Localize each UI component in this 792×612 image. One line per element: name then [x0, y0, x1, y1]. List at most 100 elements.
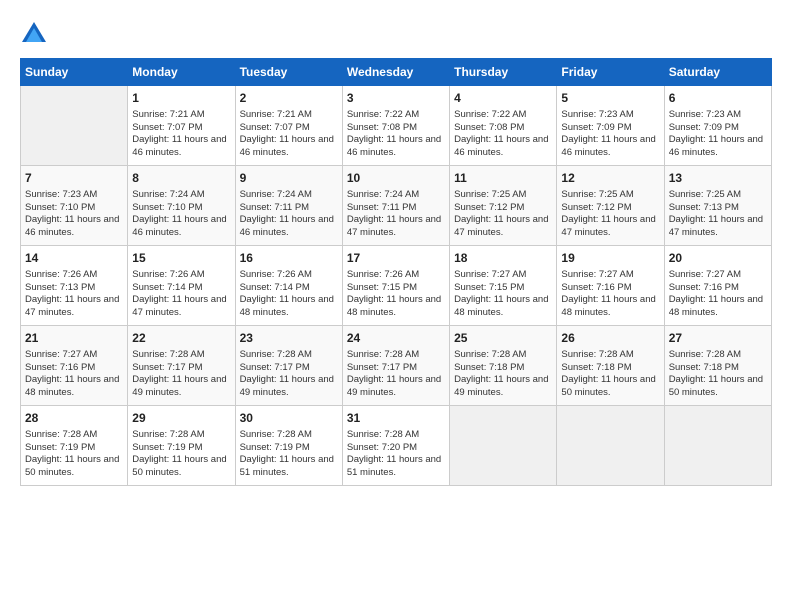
calendar-cell: 18Sunrise: 7:27 AM Sunset: 7:15 PM Dayli…	[450, 246, 557, 326]
calendar-cell: 15 Sunrise: 7:26 AM Sunset: 7:14 PM Dayli…	[128, 246, 235, 326]
cell-content: Sunrise: 7:24 AM Sunset: 7:11 PM Dayligh…	[347, 189, 445, 240]
day-number: 15	[132, 250, 230, 267]
calendar-cell: 25Sunrise: 7:28 AM Sunset: 7:18 PM Dayli…	[450, 326, 557, 406]
week-row-3: 21 Sunrise: 7:27 AM Sunset: 7:16 PM Dayli…	[21, 326, 772, 406]
cell-content: Sunrise: 7:28 AM Sunset: 7:19 PM Dayligh…	[25, 429, 123, 480]
calendar-cell: 12Sunrise: 7:25 AM Sunset: 7:12 PM Dayli…	[557, 166, 664, 246]
cell-content: Sunrise: 7:22 AM Sunset: 7:08 PM Dayligh…	[454, 109, 552, 160]
cell-content: Sunrise: 7:24 AM Sunset: 7:11 PM Dayligh…	[240, 189, 338, 240]
day-number: 26	[561, 330, 659, 347]
cell-content: Sunrise: 7:25 AM Sunset: 7:12 PM Dayligh…	[454, 189, 552, 240]
day-number: 11	[454, 170, 552, 187]
calendar-cell: 13 Sunrise: 7:25 AM Sunset: 7:13 PM Dayli…	[664, 166, 771, 246]
header-day-tuesday: Tuesday	[235, 59, 342, 86]
cell-content: Sunrise: 7:23 AM Sunset: 7:09 PM Dayligh…	[561, 109, 659, 160]
calendar-cell	[664, 406, 771, 486]
cell-content: Sunrise: 7:28 AM Sunset: 7:19 PM Dayligh…	[132, 429, 230, 480]
calendar-cell	[21, 86, 128, 166]
day-number: 12	[561, 170, 659, 187]
day-number: 4	[454, 90, 552, 107]
cell-content: Sunrise: 7:21 AM Sunset: 7:07 PM Dayligh…	[240, 109, 338, 160]
day-number: 20	[669, 250, 767, 267]
day-number: 30	[240, 410, 338, 427]
calendar-cell: 29 Sunrise: 7:28 AM Sunset: 7:19 PM Dayli…	[128, 406, 235, 486]
day-number: 28	[25, 410, 123, 427]
calendar-cell: 9Sunrise: 7:24 AM Sunset: 7:11 PM Daylig…	[235, 166, 342, 246]
day-number: 22	[132, 330, 230, 347]
logo	[20, 20, 50, 48]
cell-content: Sunrise: 7:23 AM Sunset: 7:10 PM Dayligh…	[25, 189, 123, 240]
cell-content: Sunrise: 7:21 AM Sunset: 7:07 PM Dayligh…	[132, 109, 230, 160]
day-number: 8	[132, 170, 230, 187]
header-row: SundayMondayTuesdayWednesdayThursdayFrid…	[21, 59, 772, 86]
calendar-body: 1 Sunrise: 7:21 AM Sunset: 7:07 PM Daylig…	[21, 86, 772, 486]
calendar-cell: 27 Sunrise: 7:28 AM Sunset: 7:18 PM Dayli…	[664, 326, 771, 406]
header	[20, 20, 772, 48]
cell-content: Sunrise: 7:26 AM Sunset: 7:13 PM Dayligh…	[25, 269, 123, 320]
day-number: 31	[347, 410, 445, 427]
cell-content: Sunrise: 7:28 AM Sunset: 7:17 PM Dayligh…	[132, 349, 230, 400]
day-number: 10	[347, 170, 445, 187]
cell-content: Sunrise: 7:28 AM Sunset: 7:20 PM Dayligh…	[347, 429, 445, 480]
week-row-4: 28 Sunrise: 7:28 AM Sunset: 7:19 PM Dayli…	[21, 406, 772, 486]
calendar-cell: 11 Sunrise: 7:25 AM Sunset: 7:12 PM Dayli…	[450, 166, 557, 246]
day-number: 3	[347, 90, 445, 107]
cell-content: Sunrise: 7:28 AM Sunset: 7:19 PM Dayligh…	[240, 429, 338, 480]
calendar-cell: 26Sunrise: 7:28 AM Sunset: 7:18 PM Dayli…	[557, 326, 664, 406]
header-day-sunday: Sunday	[21, 59, 128, 86]
calendar-cell: 24Sunrise: 7:28 AM Sunset: 7:17 PM Dayli…	[342, 326, 449, 406]
calendar-header: SundayMondayTuesdayWednesdayThursdayFrid…	[21, 59, 772, 86]
cell-content: Sunrise: 7:24 AM Sunset: 7:10 PM Dayligh…	[132, 189, 230, 240]
week-row-0: 1 Sunrise: 7:21 AM Sunset: 7:07 PM Daylig…	[21, 86, 772, 166]
day-number: 1	[132, 90, 230, 107]
cell-content: Sunrise: 7:28 AM Sunset: 7:18 PM Dayligh…	[669, 349, 767, 400]
day-number: 27	[669, 330, 767, 347]
day-number: 5	[561, 90, 659, 107]
calendar-cell: 16Sunrise: 7:26 AM Sunset: 7:14 PM Dayli…	[235, 246, 342, 326]
cell-content: Sunrise: 7:22 AM Sunset: 7:08 PM Dayligh…	[347, 109, 445, 160]
header-day-saturday: Saturday	[664, 59, 771, 86]
calendar-cell: 4 Sunrise: 7:22 AM Sunset: 7:08 PM Daylig…	[450, 86, 557, 166]
calendar-cell: 17 Sunrise: 7:26 AM Sunset: 7:15 PM Dayli…	[342, 246, 449, 326]
header-day-monday: Monday	[128, 59, 235, 86]
cell-content: Sunrise: 7:28 AM Sunset: 7:17 PM Dayligh…	[240, 349, 338, 400]
calendar-cell: 28 Sunrise: 7:28 AM Sunset: 7:19 PM Dayli…	[21, 406, 128, 486]
calendar-cell: 21 Sunrise: 7:27 AM Sunset: 7:16 PM Dayli…	[21, 326, 128, 406]
cell-content: Sunrise: 7:28 AM Sunset: 7:18 PM Dayligh…	[454, 349, 552, 400]
cell-content: Sunrise: 7:25 AM Sunset: 7:13 PM Dayligh…	[669, 189, 767, 240]
cell-content: Sunrise: 7:23 AM Sunset: 7:09 PM Dayligh…	[669, 109, 767, 160]
week-row-2: 14 Sunrise: 7:26 AM Sunset: 7:13 PM Dayli…	[21, 246, 772, 326]
week-row-1: 7 Sunrise: 7:23 AM Sunset: 7:10 PM Daylig…	[21, 166, 772, 246]
cell-content: Sunrise: 7:27 AM Sunset: 7:16 PM Dayligh…	[669, 269, 767, 320]
day-number: 17	[347, 250, 445, 267]
cell-content: Sunrise: 7:27 AM Sunset: 7:16 PM Dayligh…	[25, 349, 123, 400]
calendar-cell: 23 Sunrise: 7:28 AM Sunset: 7:17 PM Dayli…	[235, 326, 342, 406]
day-number: 6	[669, 90, 767, 107]
day-number: 29	[132, 410, 230, 427]
day-number: 7	[25, 170, 123, 187]
calendar-cell	[450, 406, 557, 486]
calendar-table: SundayMondayTuesdayWednesdayThursdayFrid…	[20, 58, 772, 486]
header-day-thursday: Thursday	[450, 59, 557, 86]
day-number: 19	[561, 250, 659, 267]
calendar-cell: 2Sunrise: 7:21 AM Sunset: 7:07 PM Daylig…	[235, 86, 342, 166]
calendar-cell: 3 Sunrise: 7:22 AM Sunset: 7:08 PM Daylig…	[342, 86, 449, 166]
cell-content: Sunrise: 7:26 AM Sunset: 7:15 PM Dayligh…	[347, 269, 445, 320]
day-number: 23	[240, 330, 338, 347]
cell-content: Sunrise: 7:26 AM Sunset: 7:14 PM Dayligh…	[240, 269, 338, 320]
logo-icon	[20, 20, 48, 48]
calendar-cell: 7 Sunrise: 7:23 AM Sunset: 7:10 PM Daylig…	[21, 166, 128, 246]
cell-content: Sunrise: 7:27 AM Sunset: 7:16 PM Dayligh…	[561, 269, 659, 320]
cell-content: Sunrise: 7:26 AM Sunset: 7:14 PM Dayligh…	[132, 269, 230, 320]
calendar-cell: 30 Sunrise: 7:28 AM Sunset: 7:19 PM Dayli…	[235, 406, 342, 486]
calendar-cell: 6 Sunrise: 7:23 AM Sunset: 7:09 PM Daylig…	[664, 86, 771, 166]
day-number: 21	[25, 330, 123, 347]
cell-content: Sunrise: 7:28 AM Sunset: 7:17 PM Dayligh…	[347, 349, 445, 400]
calendar-cell: 1 Sunrise: 7:21 AM Sunset: 7:07 PM Daylig…	[128, 86, 235, 166]
day-number: 13	[669, 170, 767, 187]
calendar-cell: 19 Sunrise: 7:27 AM Sunset: 7:16 PM Dayli…	[557, 246, 664, 326]
calendar-cell: 31 Sunrise: 7:28 AM Sunset: 7:20 PM Dayli…	[342, 406, 449, 486]
day-number: 14	[25, 250, 123, 267]
calendar-cell: 10 Sunrise: 7:24 AM Sunset: 7:11 PM Dayli…	[342, 166, 449, 246]
calendar-cell: 20 Sunrise: 7:27 AM Sunset: 7:16 PM Dayli…	[664, 246, 771, 326]
